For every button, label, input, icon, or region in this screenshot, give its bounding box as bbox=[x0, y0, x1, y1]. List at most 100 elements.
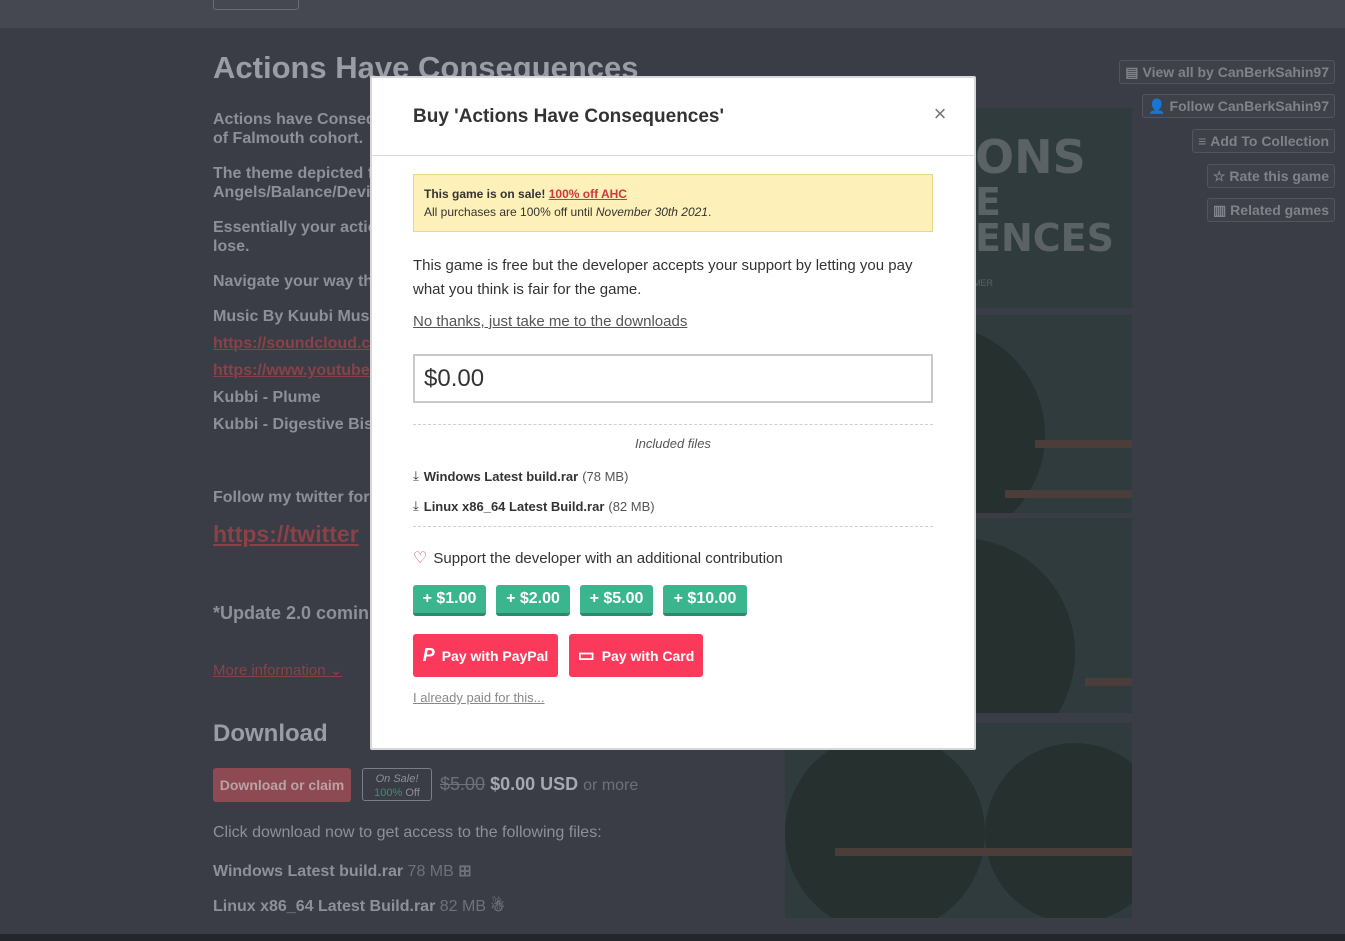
related-label: Related games bbox=[1230, 202, 1329, 218]
view-all-label: View all by CanBerkSahin97 bbox=[1142, 64, 1330, 80]
price-row: $5.00 $0.00 USD or more bbox=[440, 774, 638, 795]
description-line: Actions have Consequ bbox=[213, 111, 373, 128]
sale-off-label: Off bbox=[405, 787, 420, 799]
star-icon: ☆ bbox=[1212, 167, 1226, 184]
more-information-label: More information bbox=[213, 662, 326, 679]
description-line: lose. bbox=[213, 238, 250, 255]
add-user-icon: 👤 bbox=[1148, 97, 1166, 114]
screenshot-title-line: ONS bbox=[975, 130, 1086, 184]
file-name: Linux x86_64 Latest Build.rar bbox=[423, 498, 605, 514]
description-line: *Update 2.0 comin bbox=[213, 603, 370, 623]
on-sale-label: On Sale! bbox=[375, 773, 419, 785]
screenshot-platform bbox=[1085, 678, 1132, 686]
top-bar bbox=[0, 0, 1345, 28]
file-name: Windows Latest build.rar bbox=[213, 863, 404, 880]
top-bar-button[interactable] bbox=[213, 0, 299, 10]
chevron-down-icon: ⌄ bbox=[329, 662, 343, 679]
store-icon: ▤ bbox=[1125, 63, 1139, 80]
close-icon[interactable]: × bbox=[928, 102, 952, 126]
new-price: $0.00 USD bbox=[490, 774, 579, 794]
add-list-icon: ≡ bbox=[1198, 133, 1207, 149]
download-note: Click download now to get access to the … bbox=[213, 824, 602, 841]
price-input[interactable] bbox=[413, 354, 933, 403]
twitter-link[interactable]: https://twitter bbox=[213, 520, 373, 548]
description-line: of Falmouth cohort. bbox=[213, 130, 364, 147]
download-heading: Download bbox=[213, 720, 328, 747]
sale-date: November 30th 2021 bbox=[595, 205, 708, 219]
screenshot-platform bbox=[1035, 440, 1132, 448]
rate-game-button[interactable]: ☆ Rate this game bbox=[1206, 164, 1335, 188]
file-size: 78 MB bbox=[407, 863, 454, 880]
file-name: Linux x86_64 Latest Build.rar bbox=[213, 898, 436, 915]
no-thanks-link[interactable]: No thanks, just take me to the downloads bbox=[413, 313, 687, 330]
free-game-text: This game is free but the developer acce… bbox=[413, 257, 913, 298]
included-file-windows: ⤓ Windows Latest build.rar (78 MB) bbox=[413, 468, 628, 484]
sale-link[interactable]: 100% off AHC bbox=[549, 187, 627, 201]
add-10-button[interactable]: + $10.00 bbox=[663, 585, 747, 616]
related-games-button[interactable]: ▥ Related games bbox=[1206, 198, 1335, 222]
description-line: Music By Kuubi Music bbox=[213, 308, 373, 325]
add-to-collection-button[interactable]: ≡ Add To Collection bbox=[1192, 129, 1335, 153]
windows-icon: ⊞ bbox=[458, 863, 472, 880]
pay-with-paypal-button[interactable]: P Pay with PayPal bbox=[413, 634, 558, 677]
divider bbox=[413, 424, 933, 425]
or-more-label: or more bbox=[583, 777, 639, 794]
buy-modal: Buy 'Actions Have Consequences' × This g… bbox=[370, 76, 976, 750]
add-5-button[interactable]: + $5.00 bbox=[580, 585, 653, 616]
pay-with-card-button[interactable]: ▭ Pay with Card bbox=[569, 634, 703, 677]
description-line: Angels/Balance/Devil bbox=[213, 184, 373, 201]
view-all-button[interactable]: ▤ View all by CanBerkSahin97 bbox=[1119, 60, 1335, 84]
download-icon: ⤓ bbox=[413, 498, 419, 513]
description-line: Kubbi - Plume bbox=[213, 389, 321, 406]
paypal-label: Pay with PayPal bbox=[441, 647, 549, 664]
soundcloud-link[interactable]: https://soundcloud.co bbox=[213, 334, 373, 353]
file-size: (78 MB) bbox=[582, 468, 629, 484]
bottom-bar bbox=[0, 934, 1345, 941]
screenshot-tree bbox=[985, 743, 1132, 918]
heart-icon: ♡ bbox=[413, 550, 428, 567]
rate-label: Rate this game bbox=[1229, 168, 1329, 184]
add-1-button[interactable]: + $1.00 bbox=[413, 585, 486, 616]
screenshot-platform bbox=[1005, 490, 1132, 498]
description-line: Follow my twitter for bbox=[213, 489, 370, 506]
download-file-linux: Linux x86_64 Latest Build.rar 82 MB ☃ bbox=[213, 896, 505, 916]
file-size: (82 MB) bbox=[608, 498, 655, 514]
included-file-linux: ⤓ Linux x86_64 Latest Build.rar (82 MB) bbox=[413, 498, 655, 514]
youtube-link[interactable]: https://www.youtube bbox=[213, 361, 373, 380]
description-line: Navigate your way th bbox=[213, 273, 373, 290]
download-or-claim-button[interactable]: Download or claim bbox=[213, 768, 351, 802]
game-screenshot[interactable] bbox=[785, 723, 1132, 918]
more-information-link[interactable]: More information ⌄ bbox=[213, 661, 342, 679]
linux-icon: ☃ bbox=[490, 898, 505, 915]
card-label: Pay with Card bbox=[601, 647, 695, 664]
sale-detail-suffix: . bbox=[707, 205, 712, 219]
modal-header: Buy 'Actions Have Consequences' × bbox=[372, 78, 974, 156]
follow-label: Follow CanBerkSahin97 bbox=[1169, 98, 1329, 114]
description-line: Essentially your actio bbox=[213, 219, 373, 236]
add-2-button[interactable]: + $2.00 bbox=[496, 585, 570, 616]
download-file-windows: Windows Latest build.rar 78 MB ⊞ bbox=[213, 861, 472, 881]
already-paid-link[interactable]: I already paid for this... bbox=[413, 690, 545, 705]
file-size: 82 MB bbox=[439, 898, 487, 915]
sale-percent: 100% bbox=[374, 787, 403, 799]
file-name: Windows Latest build.rar bbox=[423, 468, 579, 484]
credit-card-icon: ▭ bbox=[577, 645, 595, 665]
sale-prefix: This game is on sale! bbox=[424, 187, 546, 201]
map-icon: ▥ bbox=[1212, 201, 1227, 218]
screenshot-title-line: ENCES bbox=[975, 216, 1114, 260]
on-sale-badge: On Sale! 100% Off bbox=[362, 768, 432, 801]
description-line: Kubbi - Digestive Bisc bbox=[213, 416, 373, 433]
support-text: Support the developer with an additional… bbox=[433, 549, 783, 567]
support-developer: ♡ Support the developer with an addition… bbox=[413, 548, 783, 568]
screenshot-caption: MER bbox=[973, 278, 993, 288]
follow-button[interactable]: 👤 Follow CanBerkSahin97 bbox=[1142, 94, 1335, 118]
paypal-icon: P bbox=[422, 645, 435, 665]
add-collection-label: Add To Collection bbox=[1210, 133, 1329, 149]
download-icon: ⤓ bbox=[413, 468, 419, 483]
description-line: The theme depicted fr bbox=[213, 165, 373, 182]
old-price: $5.00 bbox=[440, 774, 486, 794]
sale-banner: This game is on sale! 100% off AHC All p… bbox=[413, 174, 933, 232]
sale-detail: All purchases are 100% off until bbox=[424, 205, 593, 219]
included-files-label: Included files bbox=[635, 436, 711, 451]
divider bbox=[413, 526, 933, 527]
